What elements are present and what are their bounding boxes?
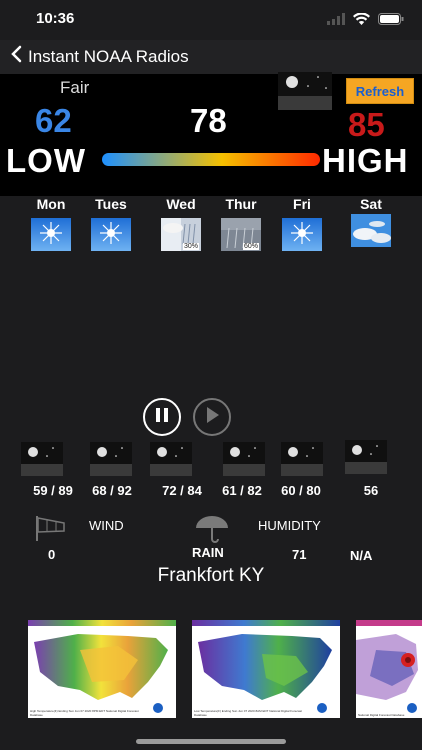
night-clear-icon xyxy=(21,442,63,476)
windsock-icon xyxy=(34,514,68,547)
pause-icon xyxy=(155,407,169,428)
signal-icon xyxy=(327,12,345,30)
low-temp: 62 xyxy=(35,102,72,139)
system-icons xyxy=(327,12,404,30)
day-label: Tues xyxy=(95,196,127,212)
night-clear-icon xyxy=(345,440,387,474)
forecast-map-image[interactable]: National Digital Forecast Database xyxy=(356,620,422,718)
partly-cloudy-icon[interactable] xyxy=(351,214,391,247)
precip-chance: 30% xyxy=(182,243,199,250)
back-label: Instant NOAA Radios xyxy=(28,46,189,66)
humidity-label: HUMIDITY xyxy=(258,518,321,533)
map-caption: Low Temperature(F) Ending Sun Jun 07 202… xyxy=(194,709,302,717)
day-label: Sat xyxy=(360,196,382,212)
map-caption: National Digital Forecast Database xyxy=(358,713,405,717)
low-label: LOW xyxy=(6,142,86,179)
umbrella-icon xyxy=(194,514,230,549)
battery-icon xyxy=(378,12,404,30)
night-clear-icon xyxy=(90,442,132,476)
night-temps: 56 xyxy=(363,483,379,498)
day-label: Fri xyxy=(293,196,311,212)
na-value: N/A xyxy=(350,548,373,563)
home-indicator xyxy=(136,739,286,744)
rain-showers-icon[interactable]: 30% xyxy=(161,218,201,251)
forecast-map-image[interactable]: Low Temperature(F) Ending Sun Jun 07 202… xyxy=(192,620,340,718)
temperature-gradient-bar xyxy=(102,153,320,166)
wind-label: WIND xyxy=(89,518,124,533)
high-label: HIGH xyxy=(322,142,409,179)
day-label: Mon xyxy=(36,196,66,212)
precip-chance: 60% xyxy=(242,243,259,250)
night-clear-icon xyxy=(150,442,192,476)
current-temp: 78 xyxy=(190,102,227,139)
status-time: 10:36 xyxy=(36,10,75,27)
day-label: Thur xyxy=(225,196,257,212)
night-clear-icon xyxy=(278,72,332,110)
play-icon xyxy=(204,406,220,429)
night-clear-icon xyxy=(223,442,265,476)
chevron-left-icon xyxy=(10,45,22,68)
night-temps: 60 / 80 xyxy=(281,483,321,498)
wifi-icon xyxy=(353,12,370,30)
play-button[interactable] xyxy=(193,398,231,436)
map-caption: High Temperature(F) Ending Sun Jun 07 20… xyxy=(30,709,139,717)
rain-label: RAIN xyxy=(192,545,224,560)
sunny-icon[interactable] xyxy=(282,218,322,251)
night-temps: 68 / 92 xyxy=(92,483,132,498)
refresh-button[interactable]: Refresh xyxy=(346,78,414,104)
location-name: Frankfort KY xyxy=(157,565,265,586)
sunny-icon[interactable] xyxy=(31,218,71,251)
high-temp: 85 xyxy=(348,106,385,143)
pause-button[interactable] xyxy=(143,398,181,436)
forecast-map-image[interactable]: High Temperature(F) Ending Sun Jun 07 20… xyxy=(28,620,176,718)
back-button[interactable]: Instant NOAA Radios xyxy=(10,45,189,68)
sunny-icon[interactable] xyxy=(91,218,131,251)
rain-icon[interactable]: 60% xyxy=(221,218,261,251)
humidity-value: 71 xyxy=(292,547,307,562)
condition-text: Fair xyxy=(60,78,90,97)
day-label: Wed xyxy=(166,196,196,212)
night-clear-icon xyxy=(281,442,323,476)
wind-value: 0 xyxy=(48,547,56,562)
